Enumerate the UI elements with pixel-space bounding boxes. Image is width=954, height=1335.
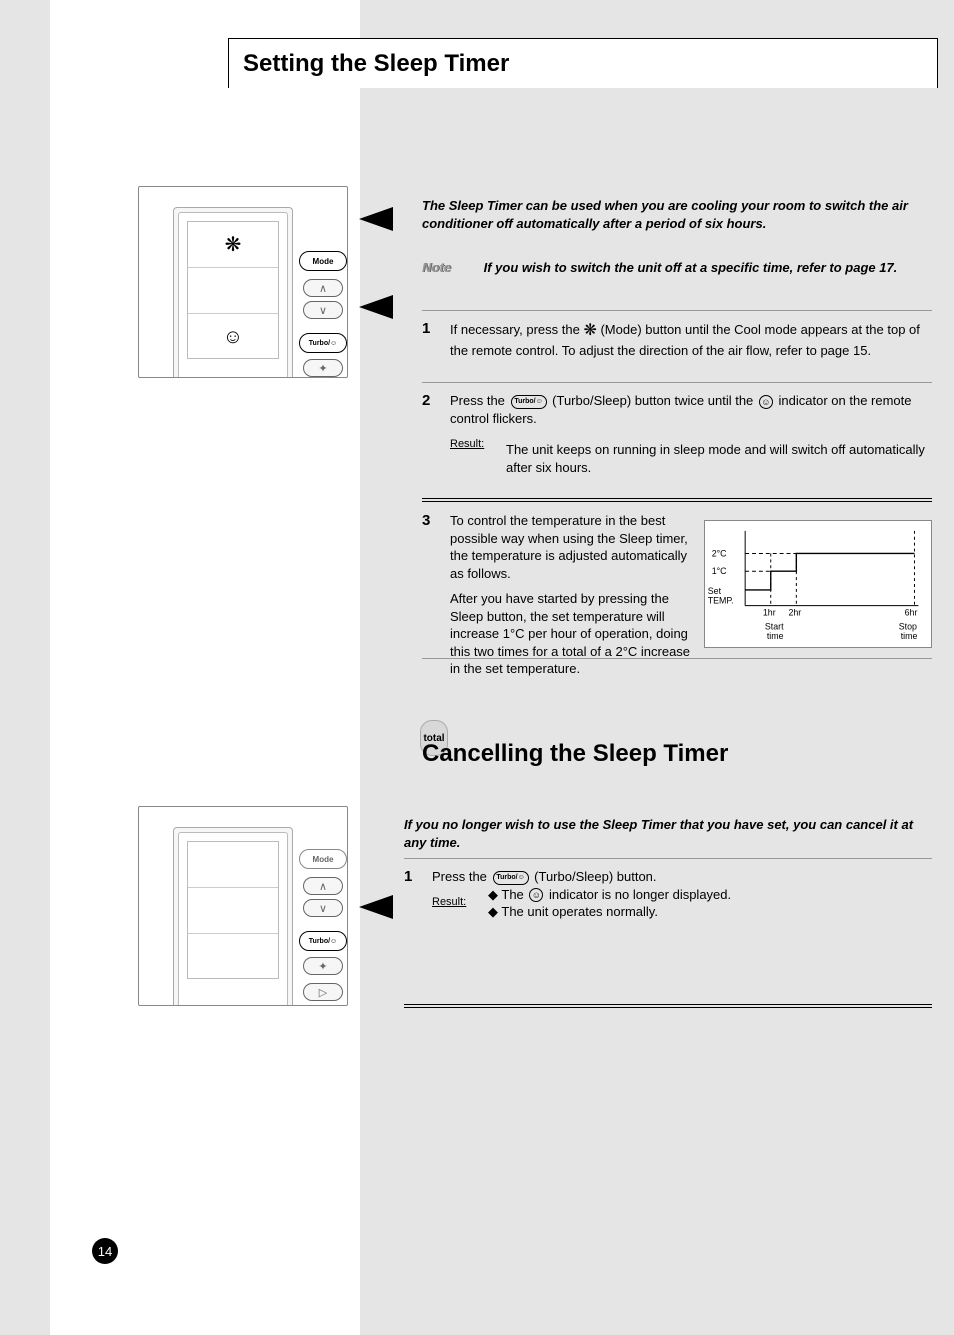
turbo-sleep-icon: Turbo/☺ xyxy=(511,395,547,409)
chart-stop-label-2: time xyxy=(901,631,918,641)
section-2-intro: If you no longer wish to use the Sleep T… xyxy=(404,816,924,852)
temp-down-button: ∨ xyxy=(303,899,343,917)
remote-lcd xyxy=(187,841,279,979)
swing-button: ✦ xyxy=(303,957,343,975)
step-3: 3 To control the temperature in the best… xyxy=(422,512,692,678)
chart-x-tick: 6hr xyxy=(905,608,918,618)
step-number: 1 xyxy=(404,868,412,885)
sleep-icon: ☺ xyxy=(529,888,543,902)
step-3-text-a: To control the temperature in the best p… xyxy=(450,512,692,582)
mode-button: Mode xyxy=(299,251,347,271)
step-2: 2 Press the Turbo/☺ (Turbo/Sleep) button… xyxy=(422,392,932,476)
pointer-arrow xyxy=(359,207,393,231)
step-number: 3 xyxy=(422,512,430,529)
remote-illustration-1: ❋ ☺ Mode ∧ ∨ Turbo/☺ ✦ xyxy=(138,186,348,378)
chart-stop-label-1: Stop xyxy=(899,621,917,631)
intro-text: The Sleep Timer can be used when you are… xyxy=(422,197,922,233)
flow-button: ▷ xyxy=(303,983,343,1001)
chart-x-tick: 2hr xyxy=(788,608,801,618)
divider xyxy=(422,382,932,383)
chart-x-tick: 1hr xyxy=(763,608,776,618)
section2-result-b: ◆ The unit operates normally. xyxy=(488,903,932,921)
page-number: 14 xyxy=(92,1238,118,1264)
section2-result-a: ◆ The ☺ indicator is no longer displayed… xyxy=(488,886,932,904)
turbo-sleep-button: Turbo/☺ xyxy=(299,333,347,353)
double-divider xyxy=(422,498,932,502)
page-title-box: Setting the Sleep Timer xyxy=(228,38,938,88)
pointer-arrow xyxy=(359,895,393,919)
step-3-text-b: After you have started by pressing the S… xyxy=(450,590,692,678)
step-number: 2 xyxy=(422,392,430,409)
chart-start-label-2: time xyxy=(767,631,784,641)
chart-y-tick: 1°C xyxy=(712,566,727,576)
step-2-result: The unit keeps on running in sleep mode … xyxy=(506,441,932,476)
page-title: Setting the Sleep Timer xyxy=(243,50,509,78)
note-row: Note If you wish to switch the unit off … xyxy=(422,260,922,275)
remote-illustration-2: Mode ∧ ∨ Turbo/☺ ✦ ▷ xyxy=(138,806,348,1006)
divider xyxy=(422,310,932,311)
chart-y-label-2: TEMP. xyxy=(708,596,734,606)
snowflake-icon: ❋ xyxy=(583,322,596,339)
result-label: Result: xyxy=(450,438,484,450)
temperature-chart: 2°C 1°C Set TEMP. 1hr 2hr 6hr Start time… xyxy=(704,520,932,648)
mode-button: Mode xyxy=(299,849,347,869)
section2-step-1: 1 Press the Turbo/☺ (Turbo/Sleep) button… xyxy=(404,868,932,921)
snowflake-icon: ❋ xyxy=(188,222,278,268)
step-number: 1 xyxy=(422,320,430,337)
result-label: Result: xyxy=(432,896,466,908)
sleep-icon: ☺ xyxy=(759,395,773,409)
chart-start-label-1: Start xyxy=(765,621,784,631)
note-text: If you wish to switch the unit off at a … xyxy=(484,260,904,275)
double-divider xyxy=(404,1004,932,1008)
swing-button: ✦ xyxy=(303,359,343,377)
section2-step-1-text: Press the Turbo/☺ (Turbo/Sleep) button. xyxy=(432,868,932,886)
pointer-arrow xyxy=(359,295,393,319)
chart-y-tick: 2°C xyxy=(712,548,727,558)
turbo-sleep-icon: Turbo/☺ xyxy=(493,871,529,885)
divider xyxy=(404,858,932,859)
section-2-title: Cancelling the Sleep Timer xyxy=(422,740,728,768)
temp-up-button: ∧ xyxy=(303,279,343,297)
step-1-text: If necessary, press the ❋ (Mode) button … xyxy=(450,320,932,359)
temp-up-button: ∧ xyxy=(303,877,343,895)
remote-lcd: ❋ ☺ xyxy=(187,221,279,359)
chart-svg: 2°C 1°C Set TEMP. 1hr 2hr 6hr Start time… xyxy=(705,521,931,647)
turbo-sleep-button: Turbo/☺ xyxy=(299,931,347,951)
chart-y-label-1: Set xyxy=(708,586,722,596)
temp-down-button: ∨ xyxy=(303,301,343,319)
step-1: 1 If necessary, press the ❋ (Mode) butto… xyxy=(422,320,932,359)
divider xyxy=(422,658,932,659)
step-2-text: Press the Turbo/☺ (Turbo/Sleep) button t… xyxy=(450,392,932,427)
note-label: Note xyxy=(422,260,480,275)
sleep-icon: ☺ xyxy=(188,314,278,360)
